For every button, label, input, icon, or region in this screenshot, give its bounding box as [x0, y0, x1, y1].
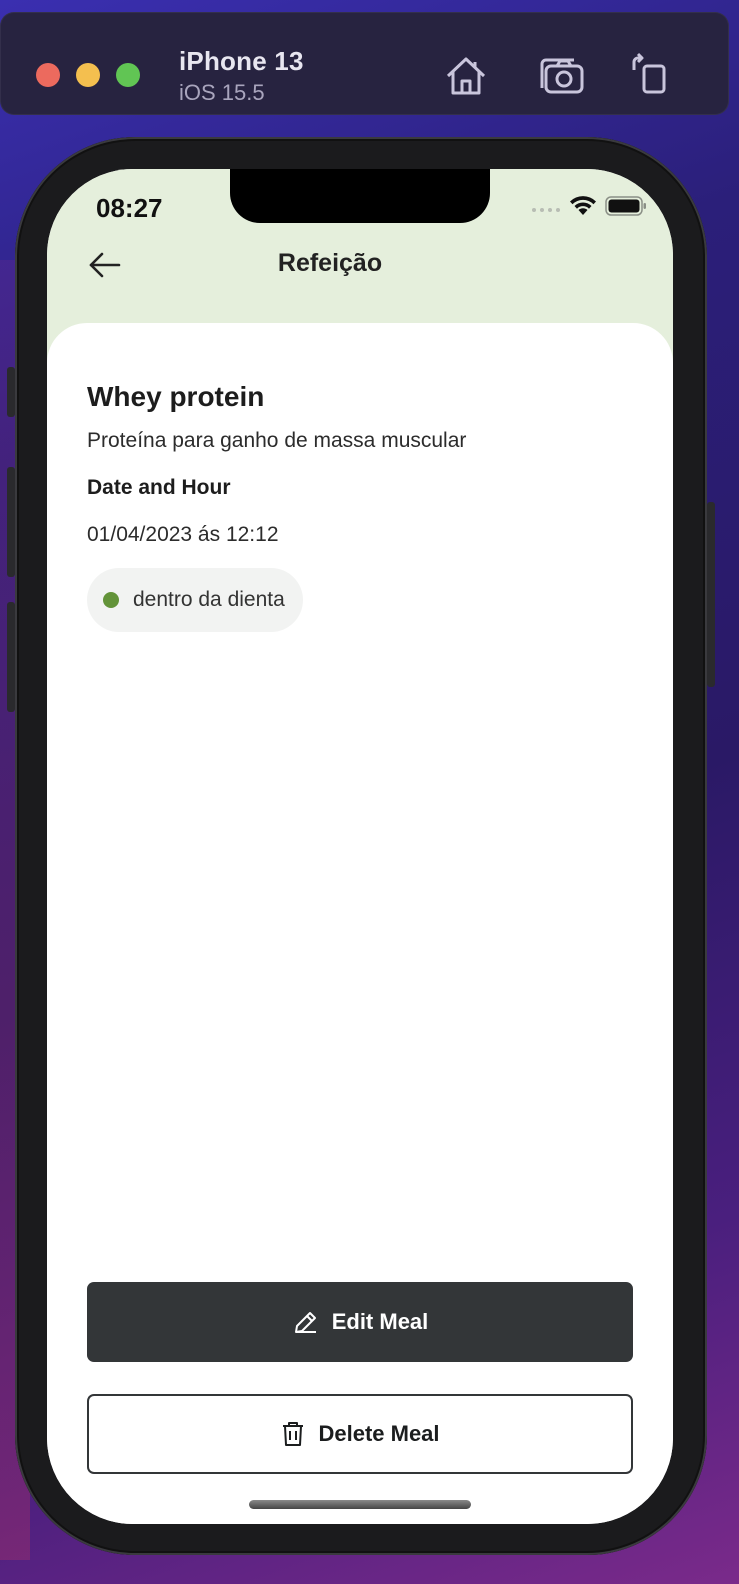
battery-icon	[605, 196, 647, 221]
mute-switch	[7, 367, 15, 417]
close-window-button[interactable]	[36, 63, 60, 87]
diet-status-badge: dentro da dienta	[87, 568, 303, 632]
status-time: 08:27	[96, 193, 163, 223]
delete-meal-button[interactable]: Delete Meal	[87, 1394, 633, 1474]
meal-description: Proteína para ganho de massa muscular	[87, 429, 467, 452]
meal-name: Whey protein	[87, 381, 265, 412]
volume-up-button	[7, 467, 15, 577]
simulator-title-bar: iPhone 13 iOS 15.5	[0, 12, 729, 115]
phone-screen: 08:27 Refeição Whey protein Proteína par…	[47, 169, 673, 1524]
rotate-icon[interactable]	[628, 52, 676, 100]
edit-meal-button[interactable]: Edit Meal	[87, 1282, 633, 1362]
notch	[230, 169, 490, 223]
wifi-icon	[569, 195, 597, 222]
zoom-window-button[interactable]	[116, 63, 140, 87]
home-icon[interactable]	[442, 52, 490, 100]
trash-icon	[283, 1422, 304, 1446]
volume-down-button	[7, 602, 15, 712]
date-label: Date and Hour	[87, 476, 231, 499]
status-icons	[531, 195, 647, 222]
status-dot	[103, 592, 119, 608]
status-text: dentro da dienta	[133, 588, 285, 611]
power-button	[707, 502, 715, 687]
pencil-icon	[294, 1312, 316, 1333]
delete-meal-label: Delete Meal	[318, 1421, 440, 1446]
screenshot-icon[interactable]	[538, 52, 586, 100]
cellular-icon	[531, 200, 561, 218]
page-title: Refeição	[277, 249, 383, 277]
date-value: 01/04/2023 ás 12:12	[87, 523, 279, 546]
edit-meal-label: Edit Meal	[331, 1309, 429, 1334]
device-name: iPhone 13	[179, 46, 304, 76]
os-version: iOS 15.5	[179, 80, 265, 105]
minimize-window-button[interactable]	[76, 63, 100, 87]
home-indicator	[249, 1500, 471, 1509]
